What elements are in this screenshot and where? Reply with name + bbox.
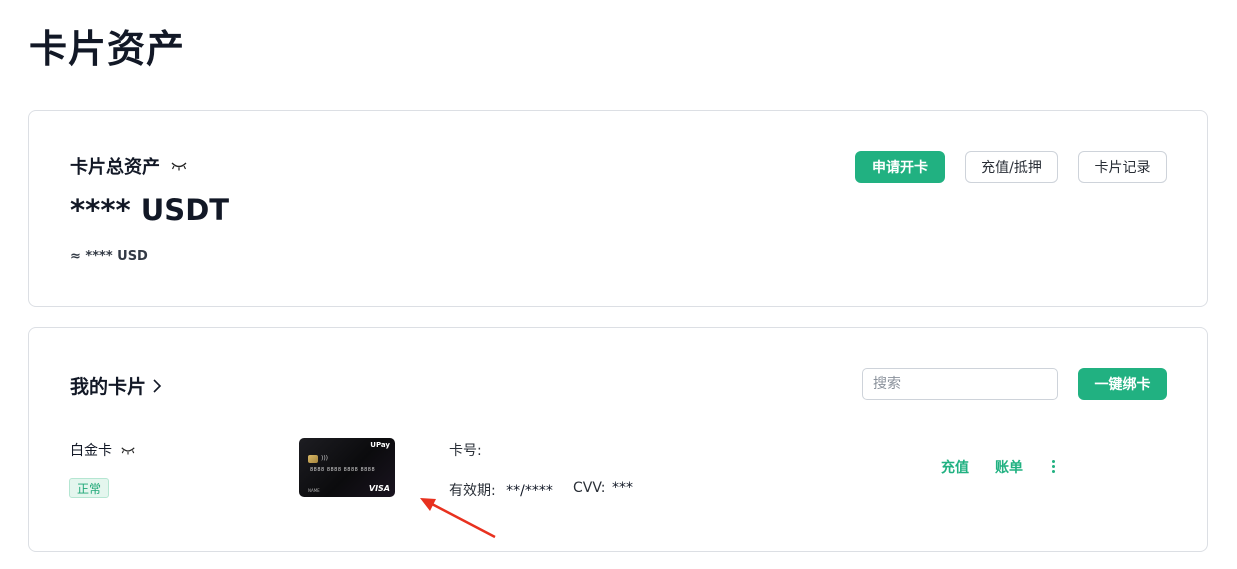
apply-card-button[interactable]: 申请开卡 bbox=[855, 151, 945, 183]
eye-closed-icon[interactable] bbox=[120, 445, 136, 456]
my-cards-label: 我的卡片 bbox=[70, 376, 147, 398]
page-title: 卡片资产 bbox=[29, 27, 186, 71]
card-records-button[interactable]: 卡片记录 bbox=[1078, 151, 1167, 183]
expiry-value: **/**** bbox=[506, 483, 553, 499]
status-badge: 正常 bbox=[69, 478, 110, 498]
card-chip-icon bbox=[308, 455, 318, 463]
quick-bind-card-button[interactable]: 一键绑卡 bbox=[1078, 368, 1167, 400]
eye-closed-icon[interactable] bbox=[170, 160, 188, 172]
my-cards-heading[interactable]: 我的卡片 bbox=[70, 372, 162, 399]
chevron-right-icon bbox=[153, 378, 162, 393]
cvv-value: *** bbox=[611, 480, 633, 496]
topup-collateral-button[interactable]: 充值/抵押 bbox=[965, 151, 1058, 183]
card-name: 白金卡 bbox=[70, 440, 136, 460]
card-image-number: 8888 8888 8888 8888 bbox=[310, 467, 376, 473]
card-brand-logo: UPay bbox=[370, 441, 390, 449]
card-name-label: 白金卡 bbox=[70, 443, 112, 459]
card-image-holder: NAME bbox=[308, 488, 320, 493]
cvv-row: CVV: *** bbox=[573, 480, 633, 496]
expiry-label: 有效期: bbox=[449, 483, 496, 499]
card-number-label: 卡号: bbox=[449, 443, 482, 459]
total-assets-amount: **** USDT bbox=[70, 193, 230, 227]
expiry-row: 有效期: **/**** bbox=[449, 480, 553, 500]
card-assets-panel: 卡片总资产 **** USDT ≈ **** USD 申请开卡 充值/抵押 卡片… bbox=[28, 110, 1208, 307]
card-image[interactable]: UPay ))) 8888 8888 8888 8888 NAME VISA bbox=[299, 438, 395, 497]
card-number-row: 卡号: bbox=[449, 440, 482, 460]
visa-logo: VISA bbox=[368, 484, 390, 493]
card-bill-link[interactable]: 账单 bbox=[995, 457, 1023, 477]
cvv-label: CVV: bbox=[573, 480, 606, 496]
total-assets-label: 卡片总资产 bbox=[70, 157, 160, 178]
my-cards-panel: 我的卡片 一键绑卡 白金卡 正常 UPay ))) 8888 8888 8888… bbox=[28, 327, 1208, 552]
card-topup-link[interactable]: 充值 bbox=[941, 457, 969, 477]
contactless-icon: ))) bbox=[321, 455, 329, 462]
total-assets-heading: 卡片总资产 bbox=[70, 153, 188, 179]
more-options-icon[interactable] bbox=[1046, 456, 1060, 476]
total-assets-approx: ≈ **** USD bbox=[70, 249, 148, 264]
card-search-input[interactable] bbox=[862, 368, 1058, 400]
